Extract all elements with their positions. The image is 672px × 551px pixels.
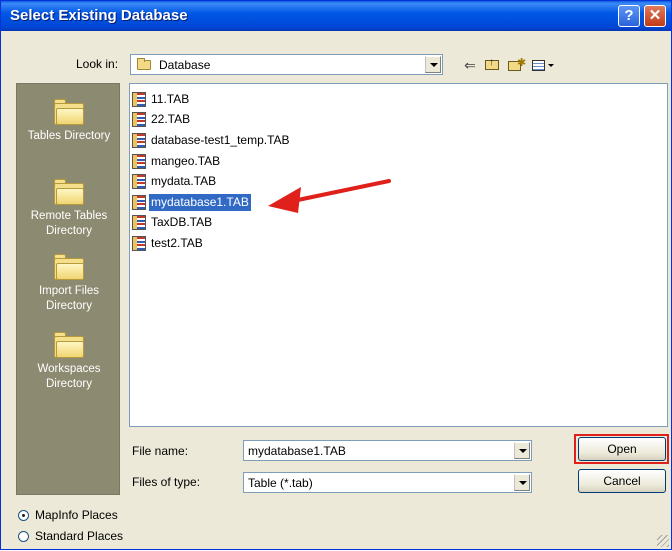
table-file-icon: [132, 215, 146, 230]
folder-icon: [137, 58, 151, 70]
up-folder-icon[interactable]: ↑: [482, 55, 502, 75]
view-menu-icon[interactable]: [530, 55, 558, 75]
chevron-down-icon[interactable]: [514, 442, 530, 459]
place-label: Import Files Directory: [38, 285, 100, 312]
radio-label: MapInfo Places: [35, 508, 118, 522]
dialog-title: Select Existing Database: [10, 7, 188, 24]
folder-icon: [54, 179, 84, 205]
table-file-icon: [132, 154, 146, 169]
table-file-icon: [132, 236, 146, 251]
title-bar[interactable]: Select Existing Database ? ✕: [1, 1, 671, 31]
new-folder-icon[interactable]: ✱: [506, 55, 526, 75]
file-type-label: Files of type:: [132, 475, 201, 489]
back-arrow-icon[interactable]: ⇐: [460, 55, 480, 75]
folder-icon: [54, 332, 84, 358]
folder-icon: [54, 99, 84, 125]
place-import-files-directory[interactable]: Import Files Directory: [17, 254, 121, 314]
cancel-button[interactable]: Cancel: [578, 469, 666, 493]
file-name-field[interactable]: mydatabase1.TAB: [243, 440, 532, 461]
file-name-label: File name:: [132, 444, 189, 458]
place-remote-tables-directory[interactable]: Remote Tables Directory: [17, 179, 121, 239]
chevron-down-icon[interactable]: [514, 474, 530, 491]
file-list[interactable]: 11.TAB 22.TAB database-test1_temp.TAB ma…: [129, 83, 668, 427]
close-button[interactable]: ✕: [644, 5, 666, 27]
table-file-icon: [132, 133, 146, 148]
table-file-icon: [132, 92, 146, 107]
file-type-dropdown[interactable]: Table (*.tab): [243, 472, 532, 493]
place-workspaces-directory[interactable]: Workspaces Directory: [17, 332, 121, 392]
look-in-dropdown[interactable]: Database: [130, 54, 443, 75]
folder-icon: [54, 254, 84, 280]
file-name-value: mydatabase1.TAB: [248, 444, 346, 458]
radio-label: Standard Places: [35, 529, 124, 543]
place-label: Tables Directory: [27, 130, 111, 142]
close-icon: ✕: [648, 7, 662, 24]
radio-button[interactable]: [18, 510, 29, 521]
place-tables-directory[interactable]: Tables Directory: [17, 99, 121, 144]
look-in-value: Database: [159, 58, 211, 72]
place-label: Workspaces Directory: [37, 363, 101, 390]
select-database-dialog: Select Existing Database ? ✕ Look in: Da…: [0, 0, 672, 550]
file-type-value: Table (*.tab): [248, 476, 313, 490]
table-file-icon: [132, 174, 146, 189]
places-bar: Tables Directory Remote Tables Directory…: [16, 83, 120, 495]
open-button[interactable]: Open: [578, 437, 666, 461]
radio-button[interactable]: [18, 531, 29, 542]
question-icon: ?: [624, 7, 634, 24]
chevron-down-icon[interactable]: [425, 56, 441, 73]
place-label: Remote Tables Directory: [30, 210, 108, 237]
look-in-label: Look in:: [76, 57, 119, 71]
help-button[interactable]: ?: [618, 5, 640, 27]
resize-grip[interactable]: [657, 535, 669, 547]
table-file-icon: [132, 112, 146, 127]
table-file-icon: [132, 195, 146, 210]
